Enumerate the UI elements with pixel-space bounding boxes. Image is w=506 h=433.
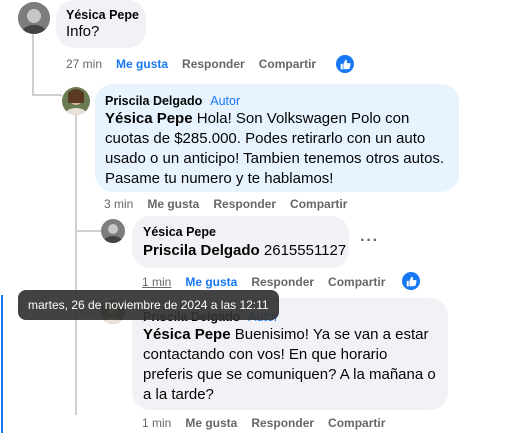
author-badge: Autor (210, 94, 241, 108)
avatar-photo-icon (101, 219, 125, 243)
share-button[interactable]: Compartir (290, 197, 347, 211)
comment-author[interactable]: Priscila Delgado (105, 94, 202, 108)
avatar-photo-icon (62, 87, 90, 115)
comment-bubble: Yésica Pepe Priscila Delgado 2615551127 (132, 216, 349, 268)
comment-actions: 1 min Me gusta Responder Compartir (142, 275, 385, 289)
thread-line (32, 34, 34, 96)
thread-line (75, 115, 77, 415)
like-button[interactable]: Me gusta (185, 416, 237, 430)
reply-button[interactable]: Responder (182, 57, 245, 71)
comment-actions: 3 min Me gusta Responder Compartir (104, 197, 347, 211)
comment-text: Yésica Pepe Hola! Son Volkswagen Polo co… (105, 109, 445, 189)
thread-line (75, 230, 103, 232)
timestamp-tooltip: martes, 26 de noviembre de 2024 a las 12… (18, 290, 279, 320)
comment-bubble: Priscila Delgado Autor Yésica Pepe Hola! … (95, 84, 459, 192)
mention-link[interactable]: Priscila Delgado (143, 242, 260, 259)
mention-link[interactable]: Yésica Pepe (143, 326, 231, 343)
like-reaction-badge[interactable] (336, 55, 354, 73)
comment-author[interactable]: Yésica Pepe (66, 8, 139, 22)
share-button[interactable]: Compartir (328, 416, 385, 430)
comment-time[interactable]: 1 min (142, 275, 171, 289)
comment-time[interactable]: 27 min (66, 57, 102, 71)
comment-text: Priscila Delgado 2615551127 (143, 241, 346, 261)
avatar[interactable] (18, 2, 50, 34)
like-reaction-badge[interactable] (402, 272, 420, 290)
like-button[interactable]: Me gusta (185, 275, 237, 289)
reply-button[interactable]: Responder (213, 197, 276, 211)
comment-body: 2615551127 (259, 242, 347, 259)
avatar-photo-icon (18, 2, 50, 34)
comment-author[interactable]: Yésica Pepe (143, 225, 216, 239)
comment-time[interactable]: 1 min (142, 416, 171, 430)
comment-actions: 27 min Me gusta Responder Compartir (66, 57, 316, 71)
comment-header: Priscila Delgado Autor (105, 92, 240, 110)
avatar[interactable] (101, 219, 125, 243)
mention-link[interactable]: Yésica Pepe (105, 110, 193, 127)
comment-actions: 1 min Me gusta Responder Compartir (142, 416, 385, 430)
comment-time[interactable]: 3 min (104, 197, 133, 211)
reply-button[interactable]: Responder (251, 416, 314, 430)
comment-text: Info? (66, 23, 100, 40)
comment-text: Yésica Pepe Buenisimo! Ya se van a estar… (143, 325, 438, 405)
like-button[interactable]: Me gusta (147, 197, 199, 211)
avatar[interactable] (62, 87, 90, 115)
comment-bubble: Yésica Pepe Info? (56, 0, 146, 48)
share-button[interactable]: Compartir (328, 275, 385, 289)
more-options-icon[interactable]: ··· (360, 232, 379, 250)
like-button[interactable]: Me gusta (116, 57, 168, 71)
thread-line (32, 94, 62, 96)
reply-button[interactable]: Responder (251, 275, 314, 289)
share-button[interactable]: Compartir (259, 57, 316, 71)
thumbs-up-icon (406, 276, 417, 286)
thumbs-up-icon (340, 59, 351, 69)
selection-left-bar (1, 295, 3, 433)
